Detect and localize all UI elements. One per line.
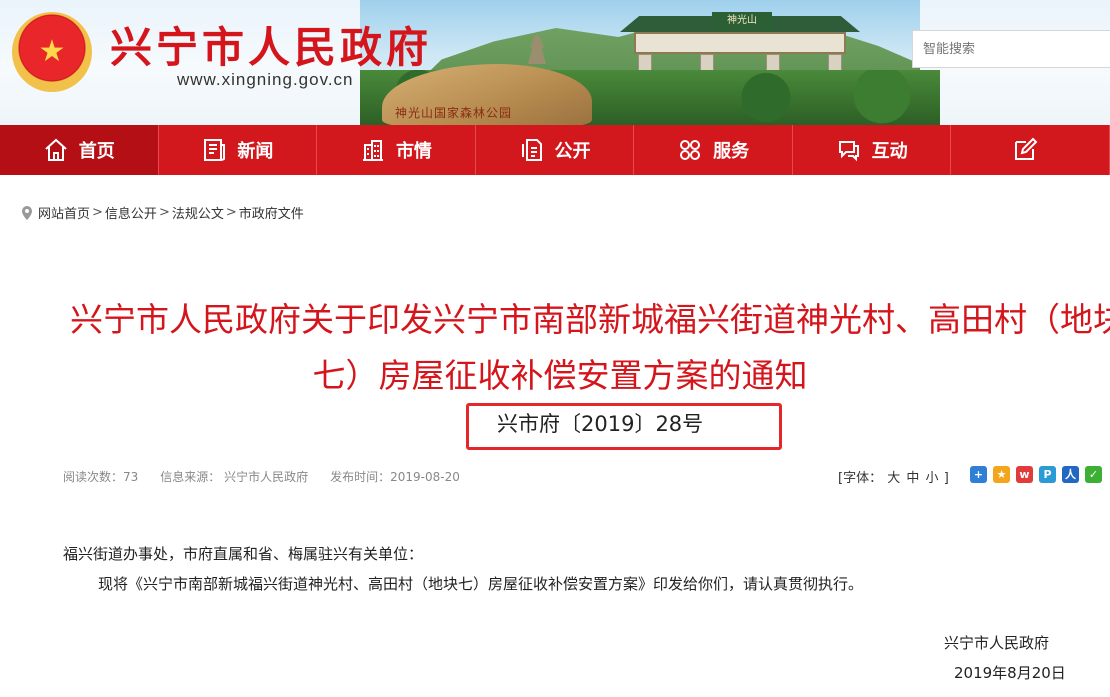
site-url: www.xingning.gov.cn [177,70,354,89]
breadcrumb-info-link[interactable]: 信息公开 [105,203,157,222]
national-emblem-logo[interactable]: ★ [12,12,92,92]
nav-item-service[interactable]: 服务 [634,125,793,175]
document-icon [521,139,542,161]
article-title-line2: 七）房屋征收补偿安置方案的通知 [312,356,808,395]
nav-item-news[interactable]: 新闻 [159,125,318,175]
article-salutation: 福兴街道办事处，市府直属和省、梅属驻兴有关单位： [63,545,424,563]
nav-item-city[interactable]: 市情 [317,125,476,175]
doc-number: 兴市府〔2019〕28号 [497,412,704,436]
breadcrumb-separator: > [225,205,237,220]
info-source: 信息来源： 兴宁市人民政府 [160,470,309,484]
share-bar: + ★ w P 人 ✓ [970,466,1102,483]
edit-icon [1015,137,1038,160]
nav-item-interact[interactable]: 互动 [793,125,952,175]
site-name[interactable]: 兴宁市人民政府 [110,14,432,75]
nav-item-label: 新闻 [237,141,274,162]
article-meta: 阅读次数：73 信息来源： 兴宁市人民政府 发布时间：2019-08-20 [63,468,460,485]
search-input[interactable] [912,30,1110,68]
breadcrumb: 网站首页 > 信息公开 > 法规公文 > 市政府文件 [22,203,304,222]
chat-icon [838,141,859,162]
breadcrumb-separator: > [158,205,170,220]
nav-item-label: 市情 [395,141,432,162]
share-plus-icon[interactable]: + [970,466,987,483]
breadcrumb-regulations-link[interactable]: 法规公文 [172,203,224,222]
publish-time: 发布时间：2019-08-20 [330,470,460,484]
nav-item-label: 首页 [78,141,115,162]
gate-plaque: 神光山 [712,12,772,30]
nav-item-home[interactable]: 首页 [0,125,159,175]
article-date: 2019年8月20日 [954,664,1066,682]
service-grid-icon [680,140,701,160]
read-count: 阅读次数：73 [63,470,139,484]
font-size-prefix: [字体： [838,471,883,486]
nav-item-public[interactable]: 公开 [476,125,635,175]
qzone-icon[interactable]: ★ [993,466,1010,483]
header-banner: 神光山 神光山国家森林公园 ★ 兴宁市人民政府 www.xingning.gov… [0,0,1110,125]
city-icon [362,140,383,161]
star-icon: ★ [38,34,66,69]
home-icon [45,138,67,161]
article-signoff: 兴宁市人民政府 [944,634,1050,652]
banner-rock-text: 神光山国家森林公园 [395,106,513,120]
nav-item-label: 公开 [554,141,591,162]
tencent-weibo-icon[interactable]: P [1039,466,1056,483]
font-size-suffix: ] [943,471,949,486]
font-size-medium-button[interactable]: 中 [906,471,919,486]
main-nav: 首页 新闻 市情 公开 服务 互动 [0,125,1110,175]
breadcrumb-separator: > [92,205,103,220]
renren-icon[interactable]: 人 [1062,466,1079,483]
wechat-icon[interactable]: ✓ [1085,466,1102,483]
news-icon [204,139,226,161]
article-title: 兴宁市人民政府关于印发兴宁市南部新城福兴街道神光村、高田村（地块 七）房屋征收补… [70,292,1110,404]
article-title-line1: 兴宁市人民政府关于印发兴宁市南部新城福兴街道神光村、高田村（地块 [70,300,1110,339]
gate-beam [634,32,846,54]
font-size-large-button[interactable]: 大 [887,471,900,486]
nav-item-label: 互动 [871,141,908,162]
location-pin-icon [22,205,32,220]
article-paragraph: 现将《兴宁市南部新城福兴街道神光村、高田村（地块七）房屋征收补偿安置方案》印发给… [98,575,864,593]
breadcrumb-home-link[interactable]: 网站首页 [38,203,90,222]
font-size-switcher: [字体： 大 中 小 ] [838,467,949,486]
breadcrumb-municipal-docs-link[interactable]: 市政府文件 [239,203,304,222]
nav-item-edit[interactable] [951,125,1110,175]
font-size-small-button[interactable]: 小 [926,471,939,486]
weibo-icon[interactable]: w [1016,466,1033,483]
nav-item-label: 服务 [713,141,750,162]
